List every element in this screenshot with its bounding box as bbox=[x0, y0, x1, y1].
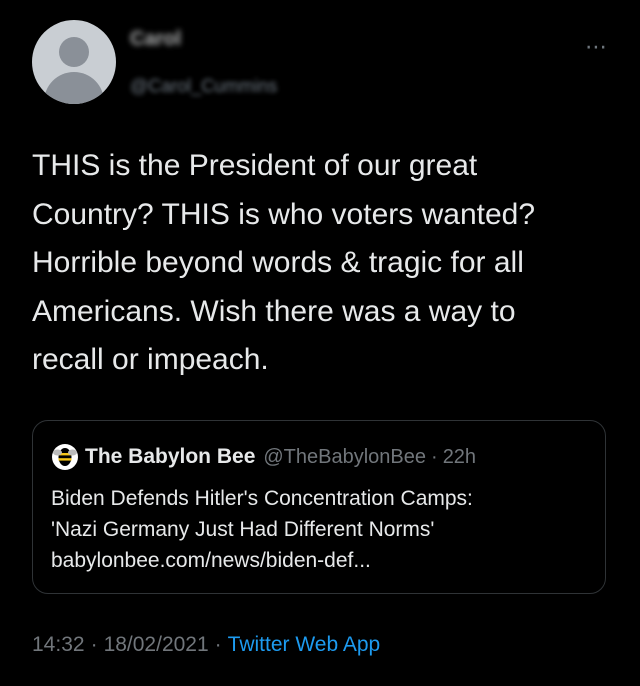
quoted-tweet-header: The Babylon Bee @TheBabylonBee · 22h bbox=[51, 443, 476, 471]
tweet-time[interactable]: 14:32 bbox=[32, 633, 85, 656]
quoted-line: Biden Defends Hitler's Concentration Cam… bbox=[51, 487, 473, 510]
tweet-text: THIS is the President of our great Count… bbox=[32, 142, 617, 385]
tweet-line: THIS is the President of our great bbox=[32, 149, 478, 182]
tweet-date[interactable]: 18/02/2021 bbox=[104, 633, 209, 656]
tweet-line: recall or impeach. bbox=[32, 343, 269, 376]
tweet-line: Country? THIS is who voters wanted? bbox=[32, 197, 536, 231]
more-options-icon[interactable]: ⋯ bbox=[585, 34, 608, 60]
author-name[interactable]: Carol bbox=[130, 28, 181, 51]
source-app-link[interactable]: Twitter Web App bbox=[228, 633, 381, 656]
babylon-bee-logo-icon bbox=[52, 444, 78, 470]
quoted-tweet-card[interactable]: The Babylon Bee @TheBabylonBee · 22h Bid… bbox=[32, 420, 606, 594]
quoted-tweet-text: Biden Defends Hitler's Concentration Cam… bbox=[51, 483, 591, 545]
avatar[interactable] bbox=[32, 20, 116, 104]
separator-dot: · bbox=[214, 633, 222, 656]
separator-dot: · bbox=[431, 445, 438, 468]
quoted-author-name[interactable]: The Babylon Bee bbox=[85, 445, 255, 469]
avatar-head-shape bbox=[59, 37, 89, 67]
author-handle[interactable]: @Carol_Cummins bbox=[130, 76, 277, 97]
tweet-line: Horrible beyond words & tragic for all bbox=[32, 246, 524, 279]
tweet-line: Americans. Wish there was a way to bbox=[32, 294, 516, 328]
tweet-metadata: 14:32 · 18/02/2021 · Twitter Web App bbox=[32, 633, 380, 657]
avatar-body-shape bbox=[44, 72, 104, 104]
quoted-author-handle: @TheBabylonBee bbox=[263, 445, 427, 468]
quoted-timestamp[interactable]: 22h bbox=[443, 446, 476, 469]
quoted-link[interactable]: babylonbee.com/news/biden-def... bbox=[51, 545, 371, 576]
quoted-line: 'Nazi Germany Just Had Different Norms' bbox=[51, 518, 435, 541]
separator-dot: · bbox=[90, 633, 98, 656]
